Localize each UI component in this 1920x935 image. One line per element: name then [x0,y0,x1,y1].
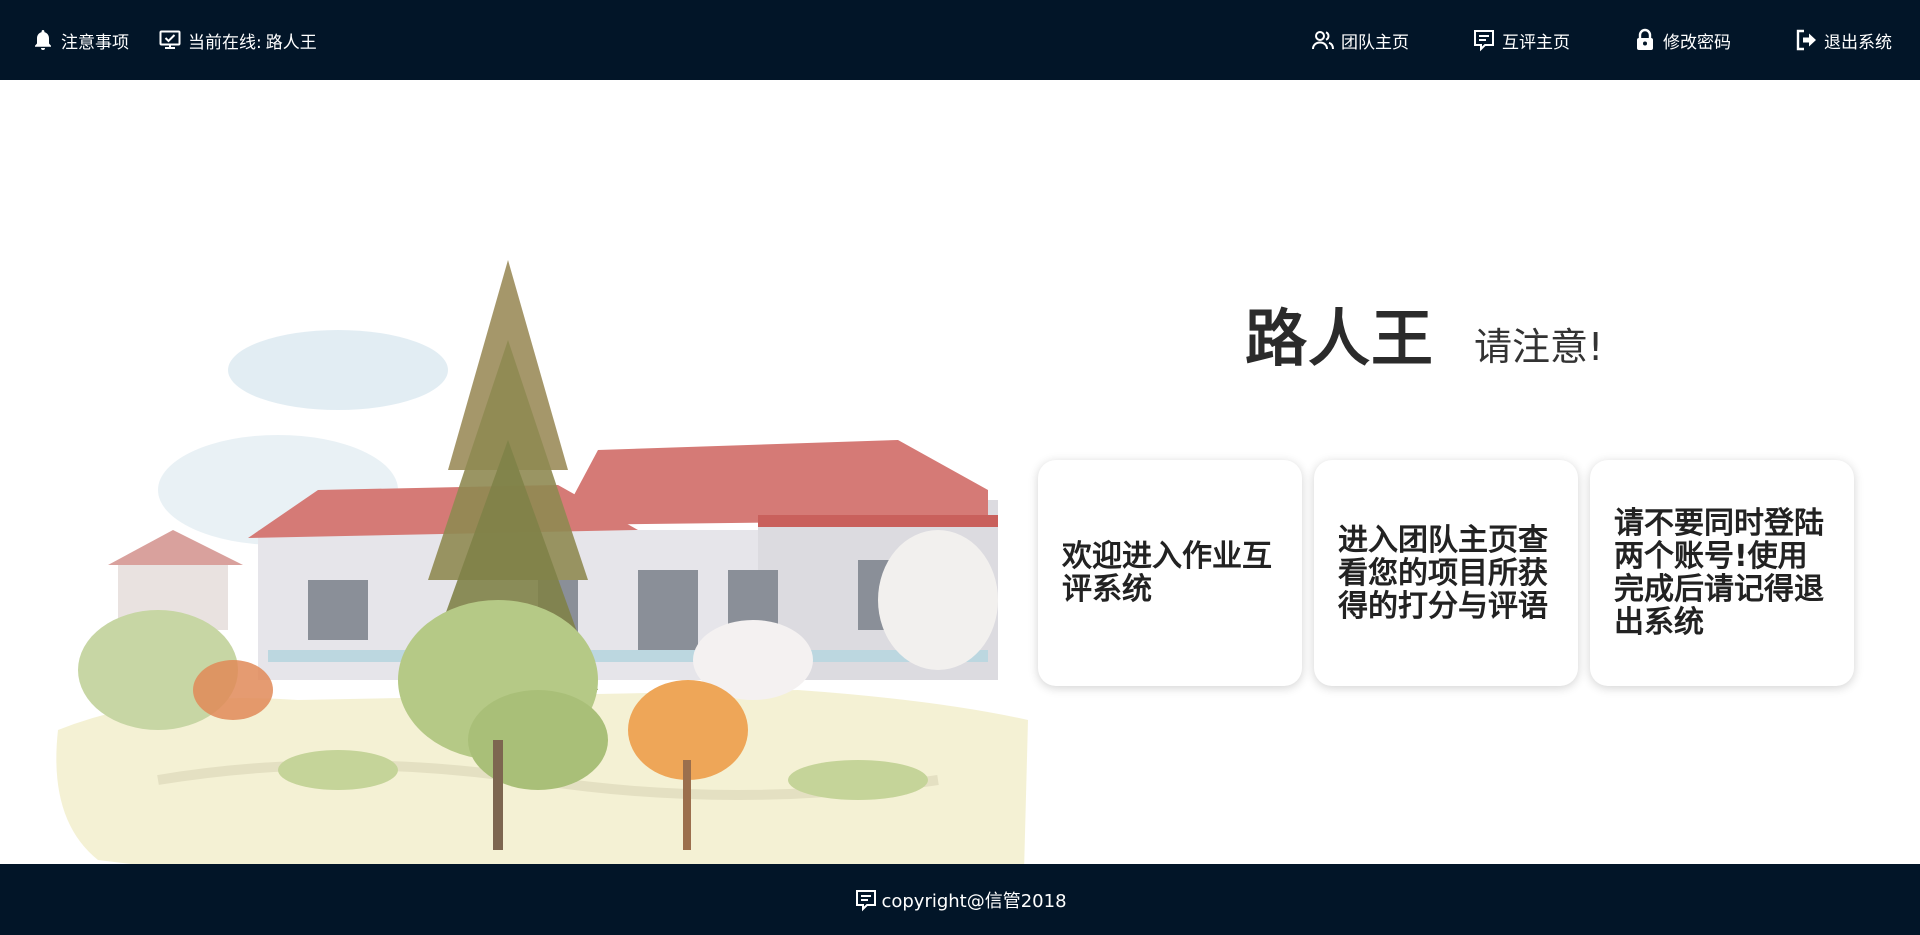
campus-building-illustration [38,220,1029,910]
change-password-label: 修改密码 [1663,32,1731,53]
users-icon [1310,27,1336,53]
monitor-check-icon [157,27,183,53]
online-status: 当前在线: 路人王 [157,27,317,53]
footer: copyright@信管2018 [0,864,1920,935]
top-navbar: 注意事项 当前在线: 路人王 团队主页 互评主页 修改密码 退出系统 [0,0,1920,80]
change-password-link[interactable]: 修改密码 [1632,27,1731,53]
sign-out-icon [1793,27,1819,53]
info-cards: 欢迎进入作业互评系统 进入团队主页查看您的项目所获得的打分与评语 请不要同时登陆… [1038,460,1866,686]
card-text: 进入团队主页查看您的项目所获得的打分与评语 [1338,522,1548,624]
copyright-text: copyright@信管2018 [881,890,1067,912]
peer-review-link[interactable]: 互评主页 [1471,27,1570,53]
peer-review-label: 互评主页 [1502,32,1570,53]
logout-label: 退出系统 [1824,32,1892,53]
bell-icon [30,27,56,53]
comment-icon [1471,27,1497,53]
lock-icon [1632,27,1658,53]
card-text: 欢迎进入作业互评系统 [1062,539,1272,607]
comment-icon [853,887,879,913]
username-title: 路人王 [1245,302,1435,375]
navbar-left: 注意事项 当前在线: 路人王 [30,27,345,53]
navbar-right: 团队主页 互评主页 修改密码 退出系统 [1310,27,1892,53]
logout-link[interactable]: 退出系统 [1793,27,1892,53]
info-card-welcome[interactable]: 欢迎进入作业互评系统 [1038,460,1302,686]
online-label: 当前在线: [188,32,262,53]
info-card-team-home[interactable]: 进入团队主页查看您的项目所获得的打分与评语 [1314,460,1578,686]
main-content: 路人王 请注意! 欢迎进入作业互评系统 进入团队主页查看您的项目所获得的打分与评… [0,80,1920,910]
card-text: 请不要同时登陆两个账号!使用完成后请记得退出系统 [1614,506,1824,640]
notice-title: 请注意! [1474,325,1604,369]
notices-label: 注意事项 [61,32,129,53]
notices-link[interactable]: 注意事项 [30,27,129,53]
online-username: 路人王 [265,32,317,53]
welcome-heading: 路人王 请注意! [1245,288,1603,378]
team-home-link[interactable]: 团队主页 [1310,27,1409,53]
info-card-login-warning[interactable]: 请不要同时登陆两个账号!使用完成后请记得退出系统 [1590,460,1854,686]
team-home-label: 团队主页 [1341,32,1409,53]
